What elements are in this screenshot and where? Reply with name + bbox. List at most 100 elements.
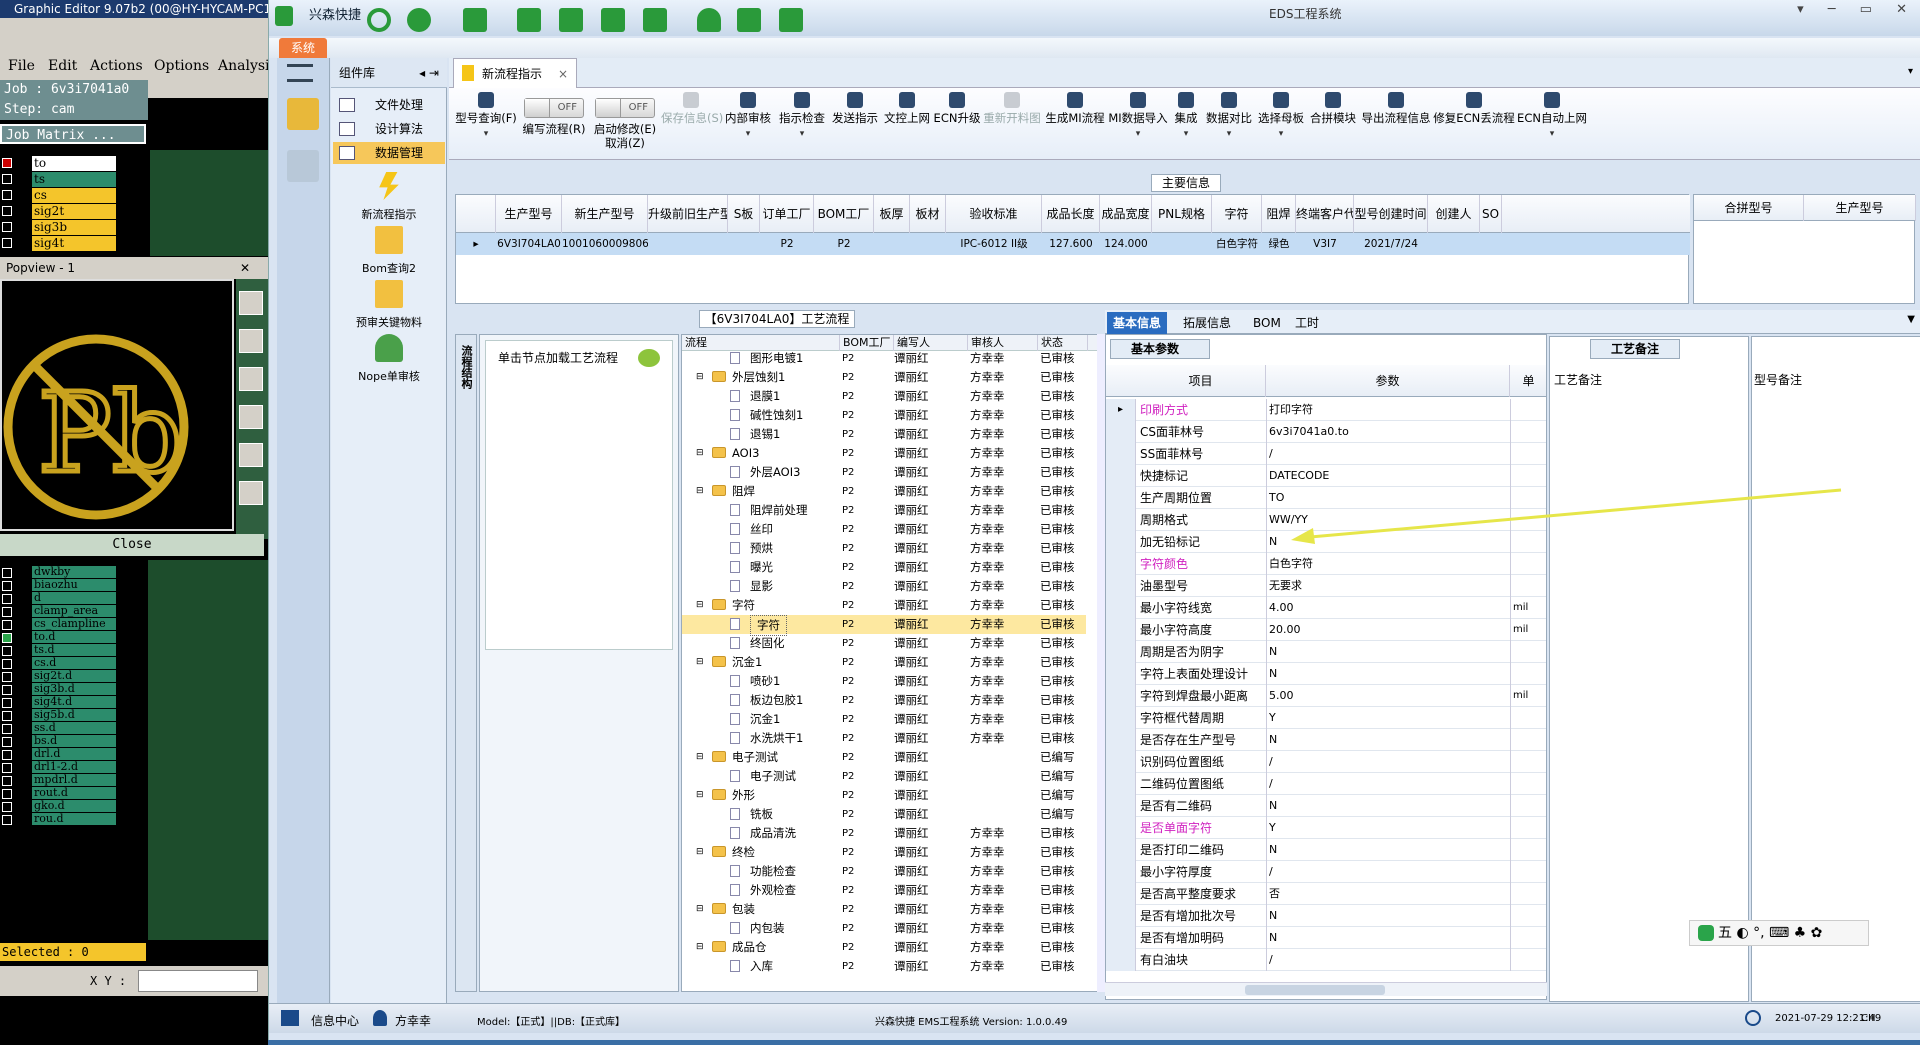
layer-item[interactable]: sig2t xyxy=(0,204,118,219)
checkbox[interactable] xyxy=(2,815,12,825)
tree-row[interactable]: 板边包胶1 P2 谭丽红 方幸幸 已审核 xyxy=(682,691,1086,710)
grid-cell[interactable]: 2021/7/24 xyxy=(1354,233,1428,255)
expand-icon[interactable]: ⊟ xyxy=(696,748,704,767)
tree-row[interactable]: 成品清洗 P2 谭丽红 方幸幸 已审核 xyxy=(682,824,1086,843)
close-button[interactable]: Close xyxy=(0,534,264,556)
toolbar-button[interactable]: 内部审核 ▾ xyxy=(721,88,775,160)
checkbox[interactable] xyxy=(2,698,12,708)
column-header[interactable]: 新生产型号 xyxy=(562,195,648,233)
param-row[interactable]: SS面菲林号 / xyxy=(1106,443,1546,465)
grid-cell[interactable]: P2 xyxy=(760,233,814,255)
grid-cell[interactable]: 绿色 xyxy=(1262,233,1296,255)
checkbox[interactable] xyxy=(2,607,12,617)
param-value[interactable]: 否 xyxy=(1266,883,1456,905)
tree-row[interactable]: ⊟ 阻焊 P2 谭丽红 方幸幸 已审核 xyxy=(682,482,1086,501)
job-matrix-button[interactable]: Job Matrix ... xyxy=(0,124,146,144)
column-header[interactable]: PNL规格 xyxy=(1152,195,1212,233)
tree-row[interactable]: 功能检查 P2 谭丽红 方幸幸 已审核 xyxy=(682,862,1086,881)
toolbar-button[interactable]: ECN自动上网 ▾ xyxy=(1515,88,1589,160)
expand-icon[interactable]: ⊟ xyxy=(696,786,704,805)
yx-module-icon[interactable] xyxy=(287,98,319,130)
checkbox[interactable] xyxy=(2,659,12,669)
column-header[interactable]: 成品宽度 xyxy=(1100,195,1152,233)
toolbar-button[interactable]: 发送指示 xyxy=(829,88,881,160)
layer-item[interactable]: ts xyxy=(0,172,118,187)
param-row[interactable]: 字符到焊盘最小距离 5.00 mil xyxy=(1106,685,1546,707)
checkbox[interactable] xyxy=(2,763,12,773)
column-header[interactable]: 生产型号 xyxy=(496,195,562,233)
column-header[interactable]: 创建人 xyxy=(1428,195,1480,233)
column-header[interactable]: 板材 xyxy=(910,195,946,233)
checkbox[interactable] xyxy=(2,672,12,682)
column-header[interactable]: 字符 xyxy=(1212,195,1262,233)
expand-icon[interactable]: ⊟ xyxy=(696,843,704,862)
param-value[interactable]: N xyxy=(1266,927,1456,949)
tree-row[interactable]: 内包装 P2 谭丽红 方幸幸 已审核 xyxy=(682,919,1086,938)
grid-cell[interactable]: 127.600 xyxy=(1042,233,1100,255)
pin-icon[interactable]: ◂ ⇥ xyxy=(419,58,439,88)
tree-row[interactable]: ⊟ 终检 P2 谭丽红 方幸幸 已审核 xyxy=(682,843,1086,862)
checkbox[interactable] xyxy=(2,711,12,721)
param-value[interactable]: N xyxy=(1266,795,1456,817)
scissors-icon[interactable] xyxy=(517,8,541,32)
column-header[interactable]: 板厚 xyxy=(874,195,910,233)
menu-file[interactable]: File xyxy=(8,58,35,74)
param-row[interactable]: ▸ 印刷方式 打印字符 xyxy=(1106,399,1546,421)
grid-cell[interactable] xyxy=(648,233,728,255)
column-header[interactable]: 升级前旧生产型号 xyxy=(648,195,728,233)
close-icon[interactable]: ✕ xyxy=(240,257,250,279)
tree-row[interactable]: 曝光 P2 谭丽红 方幸幸 已审核 xyxy=(682,558,1086,577)
param-value[interactable]: / xyxy=(1266,751,1456,773)
layer-item[interactable]: sig5b.d xyxy=(0,709,118,722)
column-header[interactable]: S板 xyxy=(728,195,760,233)
tree-row[interactable]: ⊟ 沉金1 P2 谭丽红 方幸幸 已审核 xyxy=(682,653,1086,672)
search-icon[interactable] xyxy=(367,8,391,32)
grid-cell[interactable]: P2 xyxy=(814,233,874,255)
column-header[interactable]: 型号创建时间 xyxy=(1354,195,1428,233)
checkbox[interactable] xyxy=(2,646,12,656)
toolbar-button[interactable]: 生成MI流程 xyxy=(1043,88,1107,160)
model-note-panel[interactable]: 型号备注 xyxy=(1751,336,1920,1002)
ime-toolbar[interactable]: 五 ◐ °, ⌨ ♣ ✿ xyxy=(1689,920,1869,946)
expand-icon[interactable]: ⊟ xyxy=(696,368,704,387)
tree-row[interactable]: 水洗烘干1 P2 谭丽红 方幸幸 已审核 xyxy=(682,729,1086,748)
layer-item[interactable]: cs xyxy=(0,188,118,203)
tool-button[interactable] xyxy=(239,405,263,429)
grid-cell[interactable]: 124.000 xyxy=(1100,233,1152,255)
params-hscrollbar[interactable] xyxy=(1105,982,1547,996)
param-row[interactable]: 识别码位置图纸 / xyxy=(1106,751,1546,773)
param-row[interactable]: 有白油块 / xyxy=(1106,949,1546,971)
tree-row[interactable]: 字符 P2 谭丽红 方幸幸 已审核 xyxy=(682,615,1086,636)
monitor-icon[interactable] xyxy=(779,8,803,32)
param-value[interactable]: 白色字符 xyxy=(1266,553,1456,575)
toolbar-button[interactable]: OFF 编写流程(R) xyxy=(519,88,589,160)
grid-cell[interactable] xyxy=(728,233,760,255)
toolbar-button[interactable]: 型号查询(F) ▾ xyxy=(453,88,519,160)
toolbar-button[interactable]: 数据对比 ▾ xyxy=(1203,88,1255,160)
expand-icon[interactable]: ⊟ xyxy=(696,900,704,919)
tree-row[interactable]: 退膜1 P2 谭丽红 方幸幸 已审核 xyxy=(682,387,1086,406)
param-value[interactable]: N xyxy=(1266,905,1456,927)
chevron-down-icon[interactable]: ▾ xyxy=(1107,129,1169,139)
param-value[interactable]: / xyxy=(1266,861,1456,883)
checkbox[interactable] xyxy=(2,737,12,747)
toggle-switch[interactable]: OFF xyxy=(524,98,584,118)
load-flow-box[interactable]: 单击节点加载工艺流程 xyxy=(485,340,673,650)
param-value[interactable]: 无要求 xyxy=(1266,575,1456,597)
toolbar-button[interactable]: 保存信息(S) xyxy=(661,88,723,160)
tree-row[interactable]: 图形电镀1 P2 谭丽红 方幸幸 已审核 xyxy=(682,349,1086,368)
nope-review-shortcut[interactable]: Nope单审核 xyxy=(331,334,447,384)
tree-row[interactable]: 退锡1 P2 谭丽红 方幸幸 已审核 xyxy=(682,425,1086,444)
toolbar-button[interactable]: 集成 ▾ xyxy=(1169,88,1203,160)
list-icon[interactable] xyxy=(643,8,667,32)
tool-button[interactable] xyxy=(239,481,263,505)
param-value[interactable]: / xyxy=(1266,443,1456,465)
param-row[interactable]: 是否单面字符 Y xyxy=(1106,817,1546,839)
tree-row[interactable]: 终固化 P2 谭丽红 方幸幸 已审核 xyxy=(682,634,1086,653)
expand-icon[interactable]: ⊟ xyxy=(696,482,704,501)
checkbox[interactable] xyxy=(2,581,12,591)
checkbox[interactable] xyxy=(2,594,12,604)
param-value[interactable]: N xyxy=(1266,729,1456,751)
bom-query-shortcut[interactable]: Bom查询2 xyxy=(331,226,447,276)
grid-row[interactable]: ▸ 6V3I704LA0 10010600098069 P2 P2 IPC-6012 II… xyxy=(456,233,1690,255)
